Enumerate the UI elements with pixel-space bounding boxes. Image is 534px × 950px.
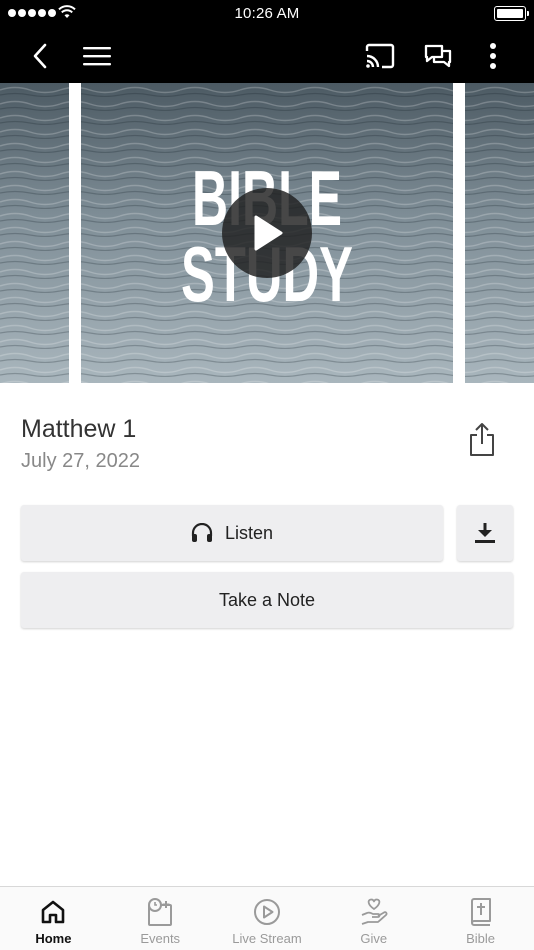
tab-bible[interactable]: Bible (427, 887, 534, 950)
bible-icon (470, 898, 491, 926)
tab-give[interactable]: Give (320, 887, 427, 950)
more-options-button[interactable] (478, 28, 508, 83)
tab-label-bible: Bible (466, 931, 496, 946)
listen-button[interactable]: Listen (21, 505, 443, 561)
share-icon (470, 423, 494, 456)
download-button[interactable] (457, 505, 513, 561)
media-title: Matthew 1 (21, 415, 137, 443)
menu-button[interactable] (78, 28, 116, 83)
more-vertical-icon (490, 42, 496, 69)
tab-home[interactable]: Home (0, 887, 107, 950)
home-icon (42, 900, 65, 924)
tab-label-give: Give (360, 931, 388, 946)
cast-icon (365, 43, 395, 68)
tab-label-home: Home (35, 931, 72, 946)
tab-bar: Home Events Live Stream Give Bible (0, 886, 534, 950)
cast-button[interactable] (360, 28, 400, 83)
tab-label-live-stream: Live Stream (232, 931, 302, 946)
share-button[interactable] (462, 420, 502, 460)
download-icon (475, 523, 495, 543)
chat-bubbles-icon (424, 44, 452, 67)
tab-events[interactable]: Events (107, 887, 214, 950)
media-date: July 27, 2022 (21, 450, 140, 472)
live-stream-icon (253, 899, 280, 925)
give-icon (361, 898, 388, 925)
listen-label: Listen (224, 522, 274, 543)
status-time: 10:26 AM (234, 5, 300, 22)
events-icon (148, 898, 173, 926)
hamburger-menu-icon (83, 46, 111, 65)
take-note-label: Take a Note (218, 589, 316, 610)
chat-button[interactable] (418, 28, 458, 83)
status-bar: 10:26 AM (0, 0, 534, 28)
take-note-button[interactable]: Take a Note (21, 572, 513, 628)
nav-bar (0, 28, 534, 83)
tab-label-events: Events (140, 931, 181, 946)
play-button[interactable] (222, 188, 312, 278)
media-artwork[interactable]: BIBLE STUDY (0, 83, 534, 383)
chevron-left-icon (33, 43, 47, 68)
play-icon (254, 215, 283, 251)
tab-live-stream[interactable]: Live Stream (214, 887, 321, 950)
battery-icon (494, 6, 529, 21)
back-button[interactable] (22, 28, 58, 83)
headphones-icon (191, 523, 213, 542)
